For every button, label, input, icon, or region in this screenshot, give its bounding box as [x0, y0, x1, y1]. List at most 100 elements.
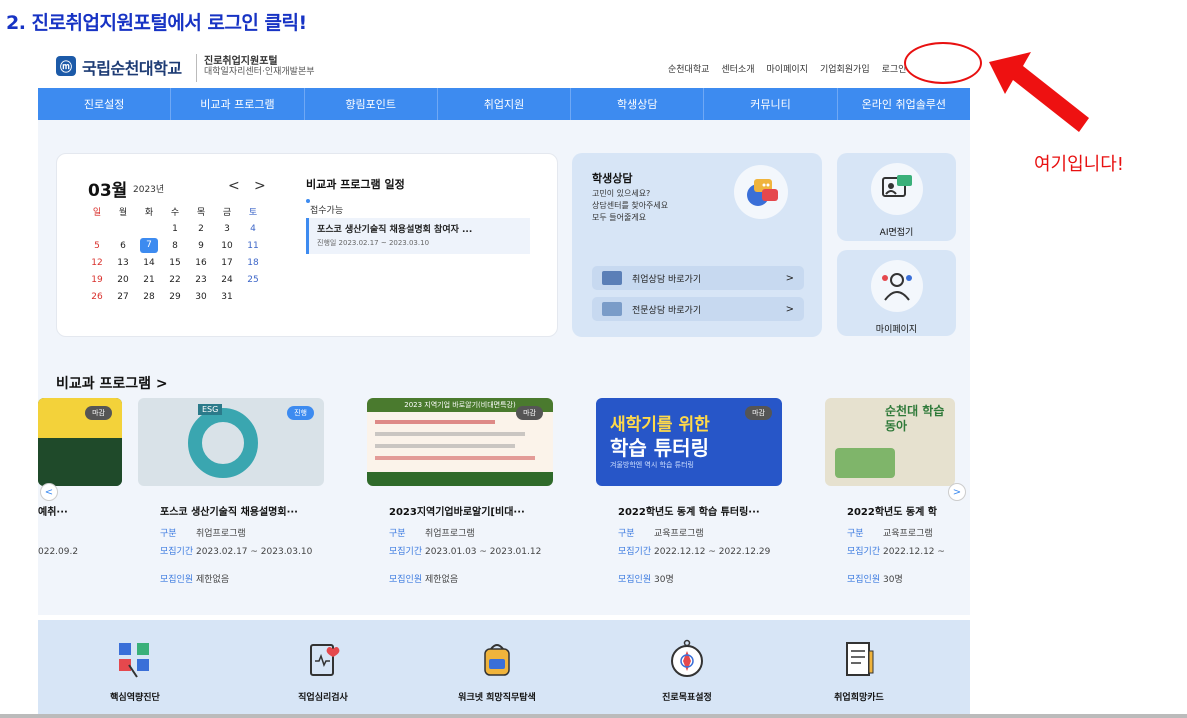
program-card-name[interactable]: 2022학년도 동계 학 — [847, 503, 955, 518]
nav-online-solution[interactable]: 온라인 취업솔루션 — [838, 88, 970, 120]
calendar-day[interactable]: 28 — [136, 292, 162, 302]
program-card-image[interactable]: 마감 — [38, 398, 122, 486]
calendar-day[interactable]: 18 — [240, 258, 266, 268]
link-university[interactable]: 순천대학교 — [668, 62, 709, 75]
calendar-weekdays: 일 월 화 수 목 금 토 — [84, 203, 274, 220]
calendar-day[interactable]: 11 — [240, 241, 266, 251]
calendar-day[interactable]: 26 — [84, 292, 110, 302]
calendar-day[interactable]: 29 — [162, 292, 188, 302]
compass-icon — [632, 638, 742, 680]
weekday: 토 — [248, 208, 258, 218]
calendar-day[interactable]: 8 — [162, 241, 188, 251]
abcd-blocks-icon — [80, 638, 190, 680]
calendar-day[interactable]: 4 — [240, 224, 266, 234]
calendar-next-icon[interactable]: > — [254, 178, 266, 194]
program-card-image[interactable]: 순천대 학습 동아 — [825, 398, 955, 486]
calendar-day[interactable]: 9 — [188, 241, 214, 251]
tool-worknet[interactable]: 워크넷 희망직무탐색 — [442, 638, 552, 703]
nav-career-setup[interactable]: 진로설정 — [38, 88, 172, 120]
calendar-day[interactable]: 14 — [136, 258, 162, 268]
expert-counsel-button[interactable]: 전문상담 바로가기 > — [592, 297, 804, 321]
program-card-name[interactable]: 2023지역기업바로알기[비대··· — [389, 503, 549, 518]
program-card-image[interactable]: 2023 지역기업 바로알기(비대면특강) 마감 — [367, 398, 553, 486]
status-badge: 마감 — [745, 406, 772, 420]
field-value: 교육프로그램 — [883, 529, 933, 539]
nav-extracurricular[interactable]: 비교과 프로그램 — [171, 88, 305, 120]
consult-desc-line: 고민이 있으세요? — [592, 189, 651, 198]
university-logo-icon[interactable]: ⓜ — [56, 56, 76, 76]
mypage-icon — [870, 260, 923, 312]
calendar-day[interactable]: 30 — [188, 292, 214, 302]
nav-job-support[interactable]: 취업지원 — [438, 88, 572, 120]
calendar-day[interactable]: 20 — [110, 275, 136, 285]
tool-psych-test[interactable]: 직업심리검사 — [268, 638, 378, 703]
calendar-day[interactable]: 1 — [162, 224, 188, 234]
calendar-day[interactable]: 3 — [214, 224, 240, 234]
program-card-period: 모집기간 2022.12.12 ~ 2022.12.29 — [618, 546, 778, 558]
main-nav: 진로설정 비교과 프로그램 향림포인트 취업지원 학생상담 커뮤니티 온라인 취… — [38, 88, 970, 120]
calendar-day[interactable]: 19 — [84, 275, 110, 285]
weekday: 목 — [196, 208, 206, 218]
calendar-day[interactable]: 24 — [214, 275, 240, 285]
calendar-day[interactable]: 13 — [110, 258, 136, 268]
calendar-day[interactable]: 5 — [84, 241, 110, 251]
calendar-week: 12 13 14 15 16 17 18 — [84, 254, 274, 271]
program-card-period: 모집기간 2023.01.03 ~ 2023.01.12 — [389, 546, 549, 558]
job-counsel-button[interactable]: 취업상담 바로가기 > — [592, 266, 804, 290]
program-card-type: 구분 취업프로그램 — [160, 528, 246, 540]
header-divider — [196, 54, 197, 82]
calendar-day[interactable]: 7 — [136, 238, 162, 253]
backpack-icon — [442, 638, 552, 680]
field-label: 모집기간 — [389, 547, 423, 557]
tool-career-goal[interactable]: 진로목표설정 — [632, 638, 742, 703]
chevron-right-icon: > — [785, 303, 794, 315]
tool-hope-card[interactable]: 취업희망카드 — [804, 638, 914, 703]
field-label: 구분 — [847, 529, 864, 539]
calendar-day[interactable]: 25 — [240, 275, 266, 285]
calendar-day[interactable]: 2 — [188, 224, 214, 234]
calendar-prev-icon[interactable]: < — [228, 178, 240, 194]
program-card-type: 구분 교육프로그램 — [618, 528, 704, 540]
schedule-item-name: 포스코 생산기술직 채용설명회 참여자 ... — [317, 225, 473, 235]
link-mypage[interactable]: 마이페이지 — [767, 62, 808, 75]
field-label: 모집인원 — [389, 575, 423, 585]
university-name[interactable]: 국립순천대학교 — [82, 55, 182, 79]
carousel-next-icon[interactable]: > — [948, 483, 966, 501]
nav-community[interactable]: 커뮤니티 — [704, 88, 838, 120]
link-company-signup[interactable]: 기업회원가입 — [820, 62, 870, 75]
link-center-intro[interactable]: 센터소개 — [721, 62, 754, 75]
consult-desc-line: 상담센터를 찾아주세요 — [592, 201, 669, 210]
login-link[interactable]: 로그인 — [882, 62, 907, 75]
field-value: 제한없음 — [196, 575, 230, 585]
calendar-day[interactable]: 21 — [136, 275, 162, 285]
nav-counseling[interactable]: 학생상담 — [571, 88, 705, 120]
schedule-item[interactable]: 포스코 생산기술직 채용설명회 참여자 ... 진행일 2023.02.17 ~… — [306, 218, 530, 254]
highlight-circle — [904, 42, 982, 84]
program-card-image[interactable]: ESG 진행 — [138, 398, 324, 486]
tool-core-competency[interactable]: 핵심역량진단 — [80, 638, 190, 703]
carousel-prev-icon[interactable]: < — [40, 483, 58, 501]
calendar-day[interactable]: 17 — [214, 258, 240, 268]
nav-points[interactable]: 향림포인트 — [305, 88, 438, 120]
calendar-day[interactable]: 6 — [110, 241, 136, 251]
calendar-day[interactable]: 23 — [188, 275, 214, 285]
calendar-day[interactable]: 16 — [188, 258, 214, 268]
calendar-day[interactable]: 27 — [110, 292, 136, 302]
calendar-day[interactable]: 12 — [84, 258, 110, 268]
ai-interview-card[interactable]: AI면접기 — [837, 153, 956, 241]
calendar-day[interactable]: 22 — [162, 275, 188, 285]
calendar-day[interactable]: 15 — [162, 258, 188, 268]
program-card-image[interactable]: 새학기를 위한 학습 튜터링 겨울방학엔 역시 학습 튜터링 마감 — [596, 398, 782, 486]
field-value: 2023.01.03 ~ 2023.01.12 — [425, 547, 542, 557]
program-card-type: 구분 교육프로그램 — [847, 528, 955, 540]
calendar-day[interactable]: 31 — [214, 292, 240, 302]
selected-day[interactable]: 7 — [140, 238, 158, 253]
program-card-name[interactable]: 2022학년도 동계 학습 튜터링··· — [618, 503, 778, 518]
program-card-name[interactable]: 포스코 생산기술직 채용설명회··· — [160, 503, 320, 518]
mypage-card[interactable]: 마이페이지 — [837, 250, 956, 336]
programs-section-title[interactable]: 비교과 프로그램 > — [56, 373, 168, 393]
calendar-week: 19 20 21 22 23 24 25 — [84, 271, 274, 288]
program-card-name[interactable]: 예취··· — [38, 503, 124, 518]
building-icon — [602, 271, 622, 285]
calendar-day[interactable]: 10 — [214, 241, 240, 251]
